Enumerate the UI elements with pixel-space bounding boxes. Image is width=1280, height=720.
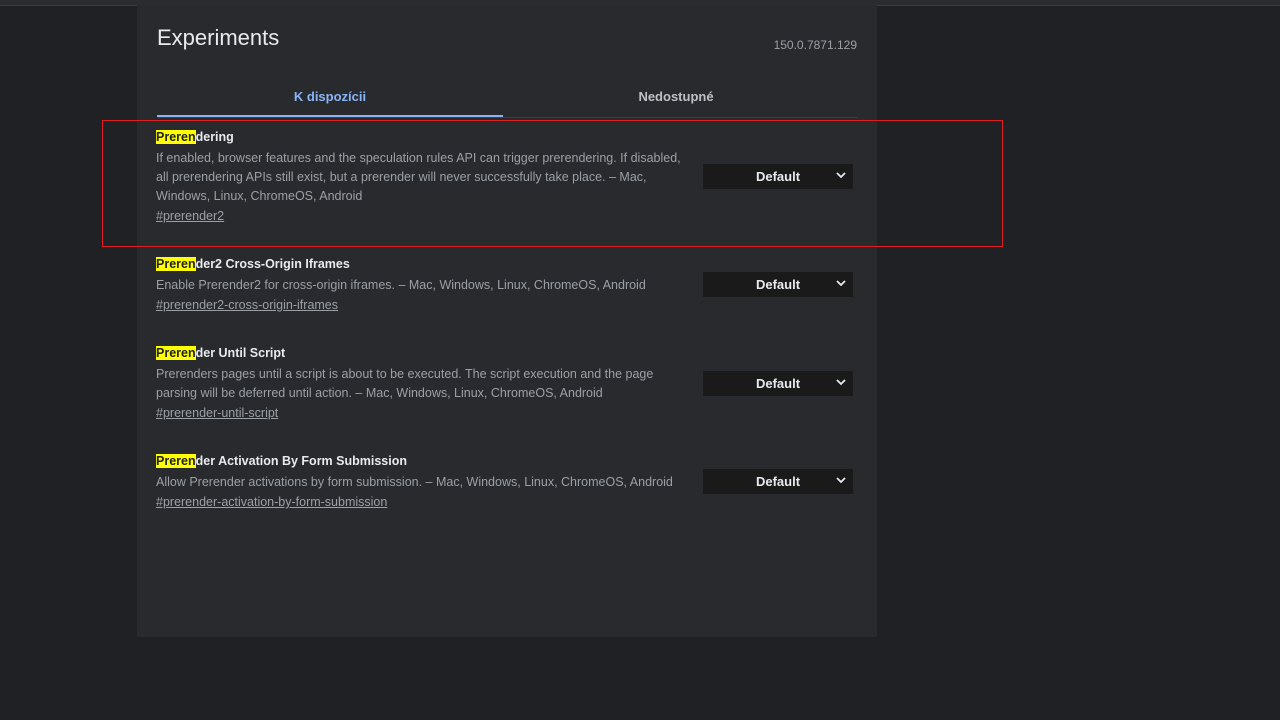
- experiment-description: Allow Prerender activations by form subm…: [156, 475, 673, 489]
- version-label: 150.0.7871.129: [773, 38, 857, 52]
- tab-bar: K dispozícii Nedostupné: [157, 77, 857, 118]
- experiment-link[interactable]: #prerender-activation-by-form-submission: [156, 495, 387, 509]
- chevron-down-icon: [836, 280, 846, 287]
- experiment-description: If enabled, browser features and the spe…: [156, 151, 681, 203]
- tab-unavailable[interactable]: Nedostupné: [503, 77, 849, 115]
- experiment-prerender-activation-by-form-submission: Prerender Activation By Form Submission …: [156, 453, 856, 511]
- select-value: Default: [755, 474, 801, 489]
- experiment-prerender-until-script: Prerender Until Script Prerenders pages …: [156, 345, 856, 422]
- flags-panel: Experiments 150.0.7871.129 K dispozícii …: [137, 5, 877, 637]
- tab-available[interactable]: K dispozícii: [157, 77, 503, 117]
- experiment-title: Prerender Until Script: [156, 345, 856, 361]
- experiment-title-rest: der Activation By Form Submission: [195, 454, 407, 468]
- experiment-state-select[interactable]: Default: [703, 371, 853, 396]
- experiment-prerender2-cross-origin-iframes: Prerender2 Cross-Origin Iframes Enable P…: [156, 256, 856, 314]
- experiment-title-rest: der Until Script: [195, 346, 286, 360]
- select-value: Default: [755, 169, 801, 184]
- select-value: Default: [755, 277, 801, 292]
- search-match-highlight: Preren: [156, 454, 196, 468]
- select-value: Default: [755, 376, 801, 391]
- experiment-description: Enable Prerender2 for cross-origin ifram…: [156, 278, 646, 292]
- search-match-highlight: Preren: [156, 346, 196, 360]
- search-match-highlight: Preren: [156, 130, 196, 144]
- search-match-highlight: Preren: [156, 257, 196, 271]
- experiment-state-select[interactable]: Default: [703, 469, 853, 494]
- experiment-title-rest: der2 Cross-Origin Iframes: [195, 257, 350, 271]
- page-title: Experiments: [157, 25, 280, 50]
- experiment-title: Prerender Activation By Form Submission: [156, 453, 856, 469]
- experiment-title-rest: dering: [195, 130, 234, 144]
- experiment-state-select[interactable]: Default: [703, 164, 853, 189]
- chevron-down-icon: [836, 172, 846, 179]
- experiment-description: Prerenders pages until a script is about…: [156, 367, 654, 400]
- experiment-link[interactable]: #prerender2: [156, 209, 224, 223]
- experiment-state-select[interactable]: Default: [703, 272, 853, 297]
- experiment-title: Prerender2 Cross-Origin Iframes: [156, 256, 856, 272]
- chevron-down-icon: [836, 379, 846, 386]
- experiment-prerendering: Prerendering If enabled, browser feature…: [156, 129, 856, 225]
- experiment-link[interactable]: #prerender2-cross-origin-iframes: [156, 298, 338, 312]
- experiment-link[interactable]: #prerender-until-script: [156, 406, 278, 420]
- experiment-title: Prerendering: [156, 129, 856, 145]
- chevron-down-icon: [836, 477, 846, 484]
